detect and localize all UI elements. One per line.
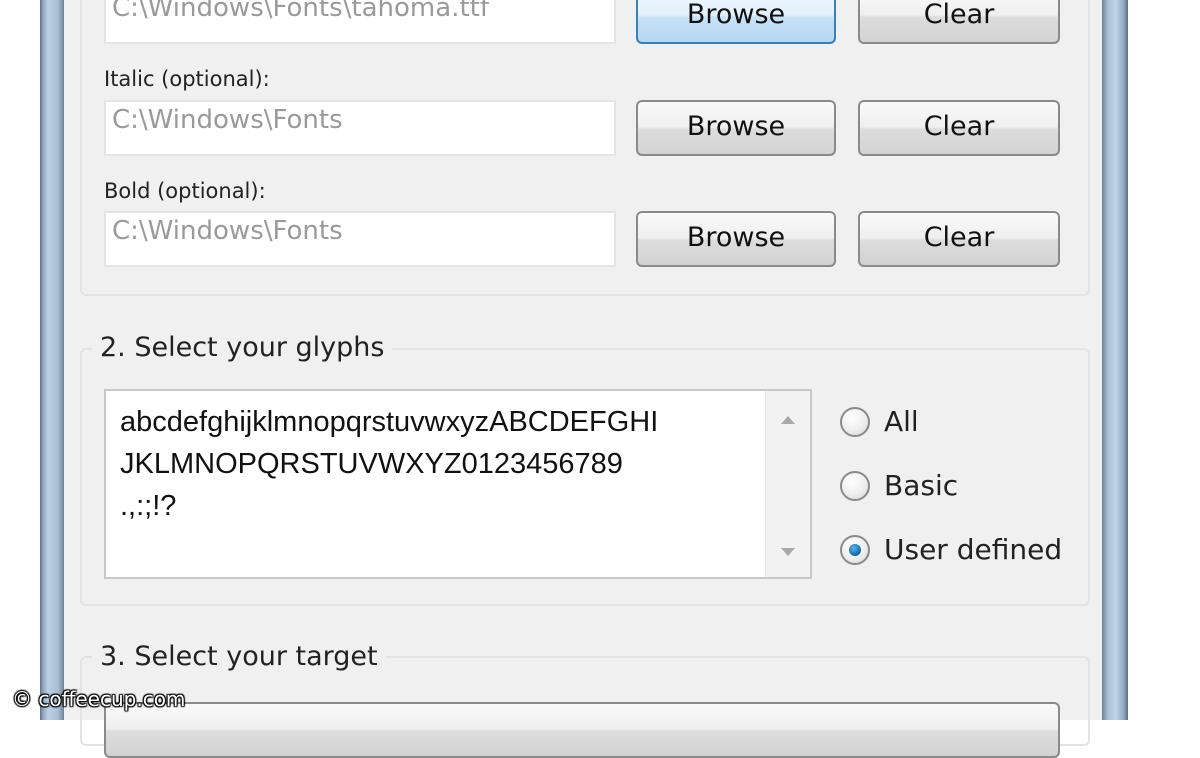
coffeecup-watermark: © coffeecup.com	[12, 687, 186, 711]
italic-browse-button[interactable]: Browse	[636, 100, 836, 156]
italic-font-path-field[interactable]: C:\Windows\Fonts	[104, 100, 616, 156]
glyphs-textarea[interactable]: abcdefghijklmnopqrstuvwxyzABCDEFGHI JKLM…	[104, 389, 812, 579]
radio-all-icon[interactable]	[840, 407, 870, 437]
window-frame-right	[1102, 0, 1128, 720]
bold-font-path-field[interactable]: C:\Windows\Fonts	[104, 211, 616, 267]
regular-clear-button[interactable]: Clear	[858, 0, 1060, 44]
bold-label: Bold (optional):	[104, 179, 266, 203]
radio-all-label: All	[884, 405, 919, 438]
regular-font-path-field[interactable]: C:\Windows\Fonts\tahoma.ttf	[104, 0, 616, 44]
radio-basic-label: Basic	[884, 469, 959, 502]
italic-label: Italic (optional):	[104, 67, 270, 91]
radio-basic-icon[interactable]	[840, 471, 870, 501]
glyphs-scrollbar[interactable]	[765, 391, 810, 577]
italic-clear-button[interactable]: Clear	[858, 100, 1060, 156]
regular-browse-button[interactable]: Browse	[636, 0, 836, 44]
target-select-button[interactable]	[104, 702, 1060, 758]
glyphs-section-title: 2. Select your glyphs	[92, 331, 393, 365]
target-section-title: 3. Select your target	[92, 640, 386, 674]
window-frame-left	[40, 0, 64, 720]
bold-clear-button[interactable]: Clear	[858, 211, 1060, 267]
radio-selected-dot	[849, 544, 861, 556]
radio-user-defined-label: User defined	[884, 533, 1063, 566]
bold-browse-button[interactable]: Browse	[636, 211, 836, 267]
scroll-up-arrow-icon[interactable]	[766, 405, 810, 435]
glyphs-text[interactable]: abcdefghijklmnopqrstuvwxyzABCDEFGHI JKLM…	[120, 401, 760, 527]
scroll-down-arrow-icon[interactable]	[766, 537, 810, 567]
radio-user-defined-icon[interactable]	[840, 535, 870, 565]
